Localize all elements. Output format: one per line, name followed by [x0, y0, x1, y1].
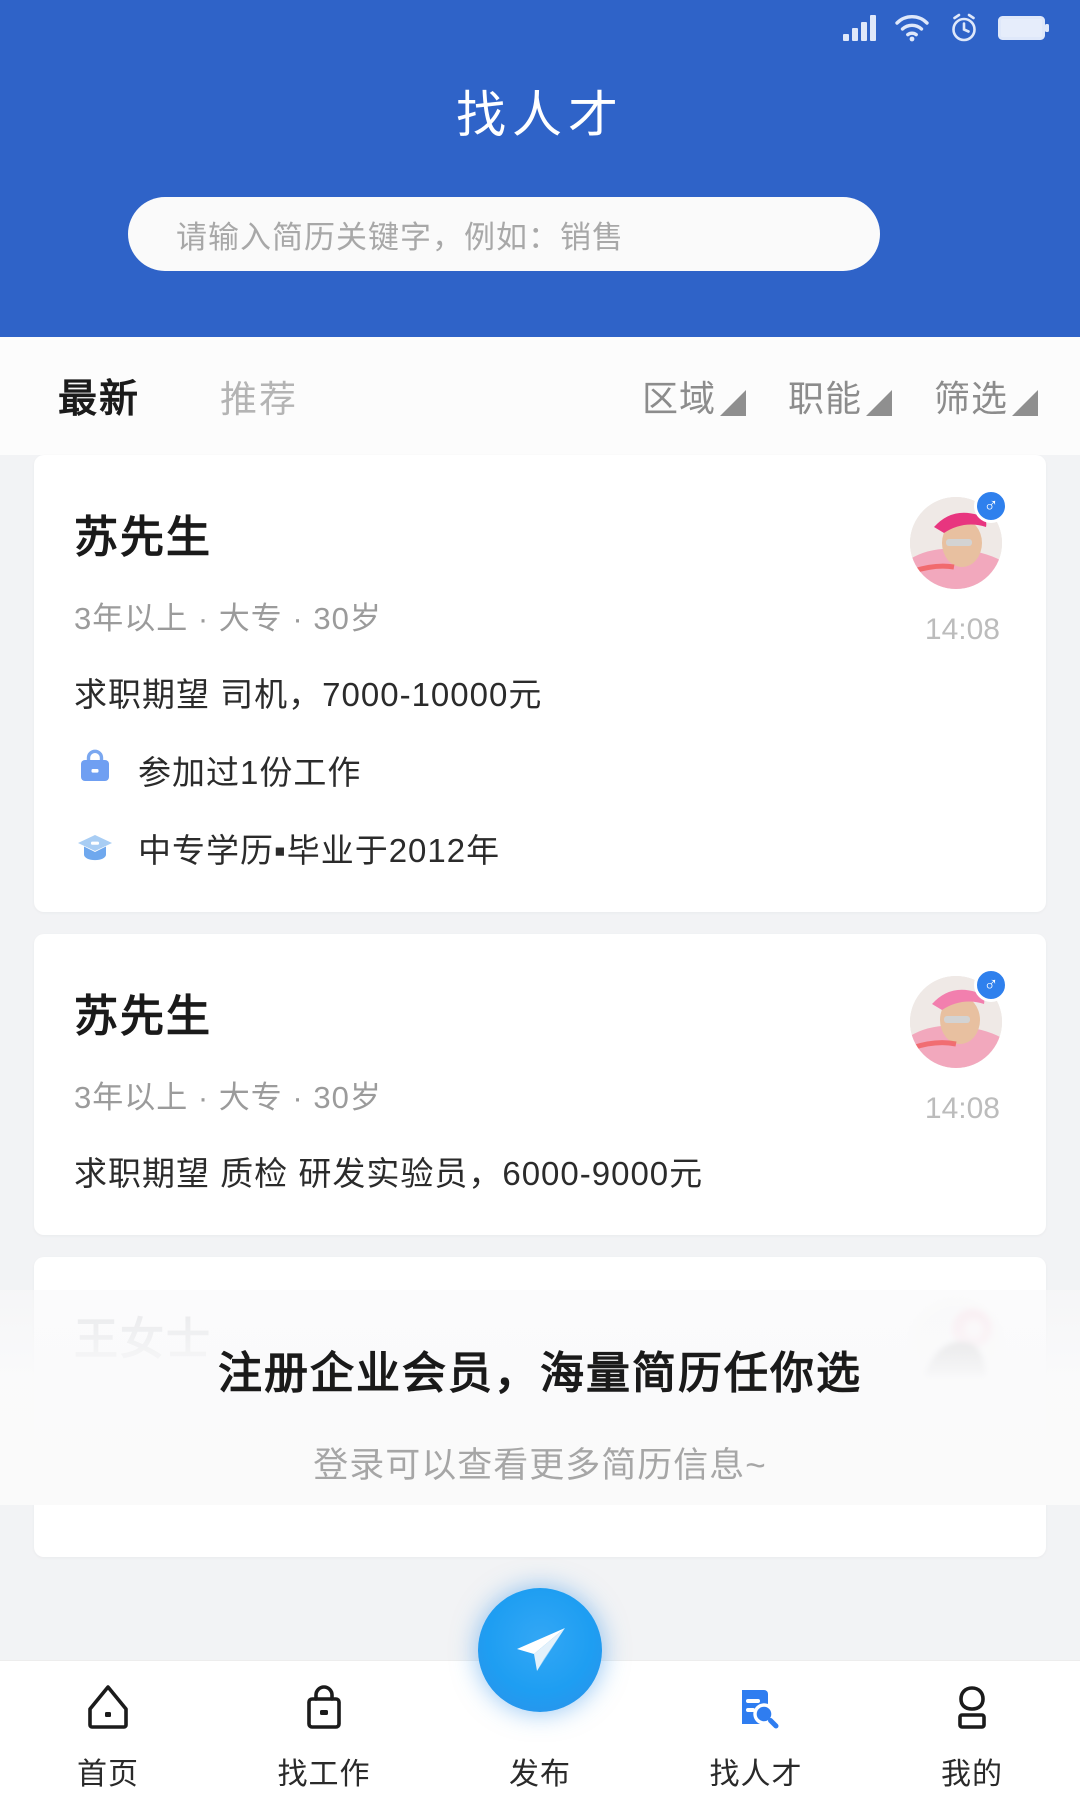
candidate-name: 苏先生	[74, 513, 212, 562]
nav-item-find-talent[interactable]: 找人才	[648, 1661, 864, 1793]
candidate-list: 苏先生 3年以上 · 大专 · 30岁 求职期望 司机，7000-10000元 …	[0, 455, 1080, 1579]
candidate-experience-line: 参加过1份工作	[74, 746, 1006, 794]
sort-tabs: 最新 推荐	[0, 368, 298, 424]
app-root: 找人才 请输入简历关键字，例如：销售 最新 推荐 区域 职能 筛选 苏先生 3年…	[0, 0, 1080, 1800]
candidate-card-locked[interactable]: 王女士	[34, 1257, 1046, 1557]
chevron-down-icon	[719, 390, 746, 416]
filter-region[interactable]: 区域	[642, 370, 746, 422]
chevron-down-icon	[865, 390, 892, 416]
candidate-experience-text: 参加过1份工作	[138, 754, 362, 791]
avatar	[910, 1299, 1002, 1391]
candidate-card[interactable]: 苏先生 3年以上 · 大专 · 30岁 求职期望 质检 研发实验员，6000-9…	[34, 934, 1046, 1235]
filter-function-label: 职能	[787, 378, 862, 419]
home-icon	[80, 1677, 136, 1737]
candidate-name: 苏先生	[74, 992, 212, 1041]
nav-item-find-job[interactable]: 找工作	[216, 1661, 432, 1793]
candidate-name: 王女士	[74, 1315, 212, 1364]
publish-fab-button[interactable]	[478, 1588, 602, 1712]
tab-recommended[interactable]: 推荐	[220, 369, 298, 423]
battery-icon	[998, 14, 1050, 42]
resume-search-icon	[728, 1677, 784, 1737]
wifi-icon	[894, 14, 930, 42]
briefcase-icon	[74, 747, 116, 794]
nav-item-mine[interactable]: 我的	[864, 1661, 1080, 1793]
search-placeholder: 请输入简历关键字，例如：销售	[176, 219, 624, 255]
filter-region-label: 区域	[641, 378, 716, 419]
candidate-education-line: 中专学历▪毕业于2012年	[74, 824, 1006, 872]
nav-label-mine: 我的	[941, 1758, 1003, 1791]
candidate-card[interactable]: 苏先生 3年以上 · 大专 · 30岁 求职期望 司机，7000-10000元 …	[34, 455, 1046, 912]
alarm-clock-icon	[948, 12, 980, 44]
candidate-timestamp: 14:08	[924, 613, 1000, 646]
nav-label-publish: 发布	[509, 1758, 571, 1791]
nav-item-home[interactable]: 首页	[0, 1661, 216, 1793]
candidate-meta: 3年以上 · 大专 · 30岁	[74, 601, 382, 636]
signal-bars-icon	[843, 15, 876, 41]
gender-badge-male: ♂	[974, 489, 1008, 523]
nav-label-find-job: 找工作	[277, 1758, 371, 1791]
user-icon	[944, 1677, 1000, 1737]
search-input[interactable]: 请输入简历关键字，例如：销售	[128, 197, 880, 271]
briefcase-icon	[296, 1677, 352, 1737]
chevron-down-icon	[1012, 390, 1038, 416]
candidate-expectation: 求职期望 质检 研发实验员，6000-9000元	[74, 1155, 704, 1192]
filter-more-label: 筛选	[933, 378, 1008, 419]
candidate-education-text: 中专学历▪毕业于2012年	[138, 832, 501, 869]
filter-more[interactable]: 筛选	[934, 370, 1038, 422]
candidate-meta: 3年以上 · 大专 · 30岁	[74, 1080, 382, 1115]
status-bar	[0, 0, 1080, 56]
filter-tab-bar: 最新 推荐 区域 职能 筛选	[0, 337, 1080, 455]
filter-dropdowns: 区域 职能 筛选	[642, 370, 1080, 422]
page-header: 找人才 请输入简历关键字，例如：销售	[0, 0, 1080, 337]
filter-function[interactable]: 职能	[788, 370, 892, 422]
page-title: 找人才	[456, 87, 624, 143]
candidate-expectation: 求职期望 司机，7000-10000元	[74, 676, 543, 713]
tab-newest[interactable]: 最新	[58, 368, 140, 424]
candidate-timestamp: 14:08	[924, 1092, 1000, 1125]
graduation-cap-icon	[74, 825, 116, 872]
paper-plane-icon	[503, 1611, 577, 1690]
gender-badge-male: ♂	[974, 968, 1008, 1002]
nav-label-find-talent: 找人才	[709, 1758, 803, 1791]
nav-label-home: 首页	[77, 1758, 139, 1791]
